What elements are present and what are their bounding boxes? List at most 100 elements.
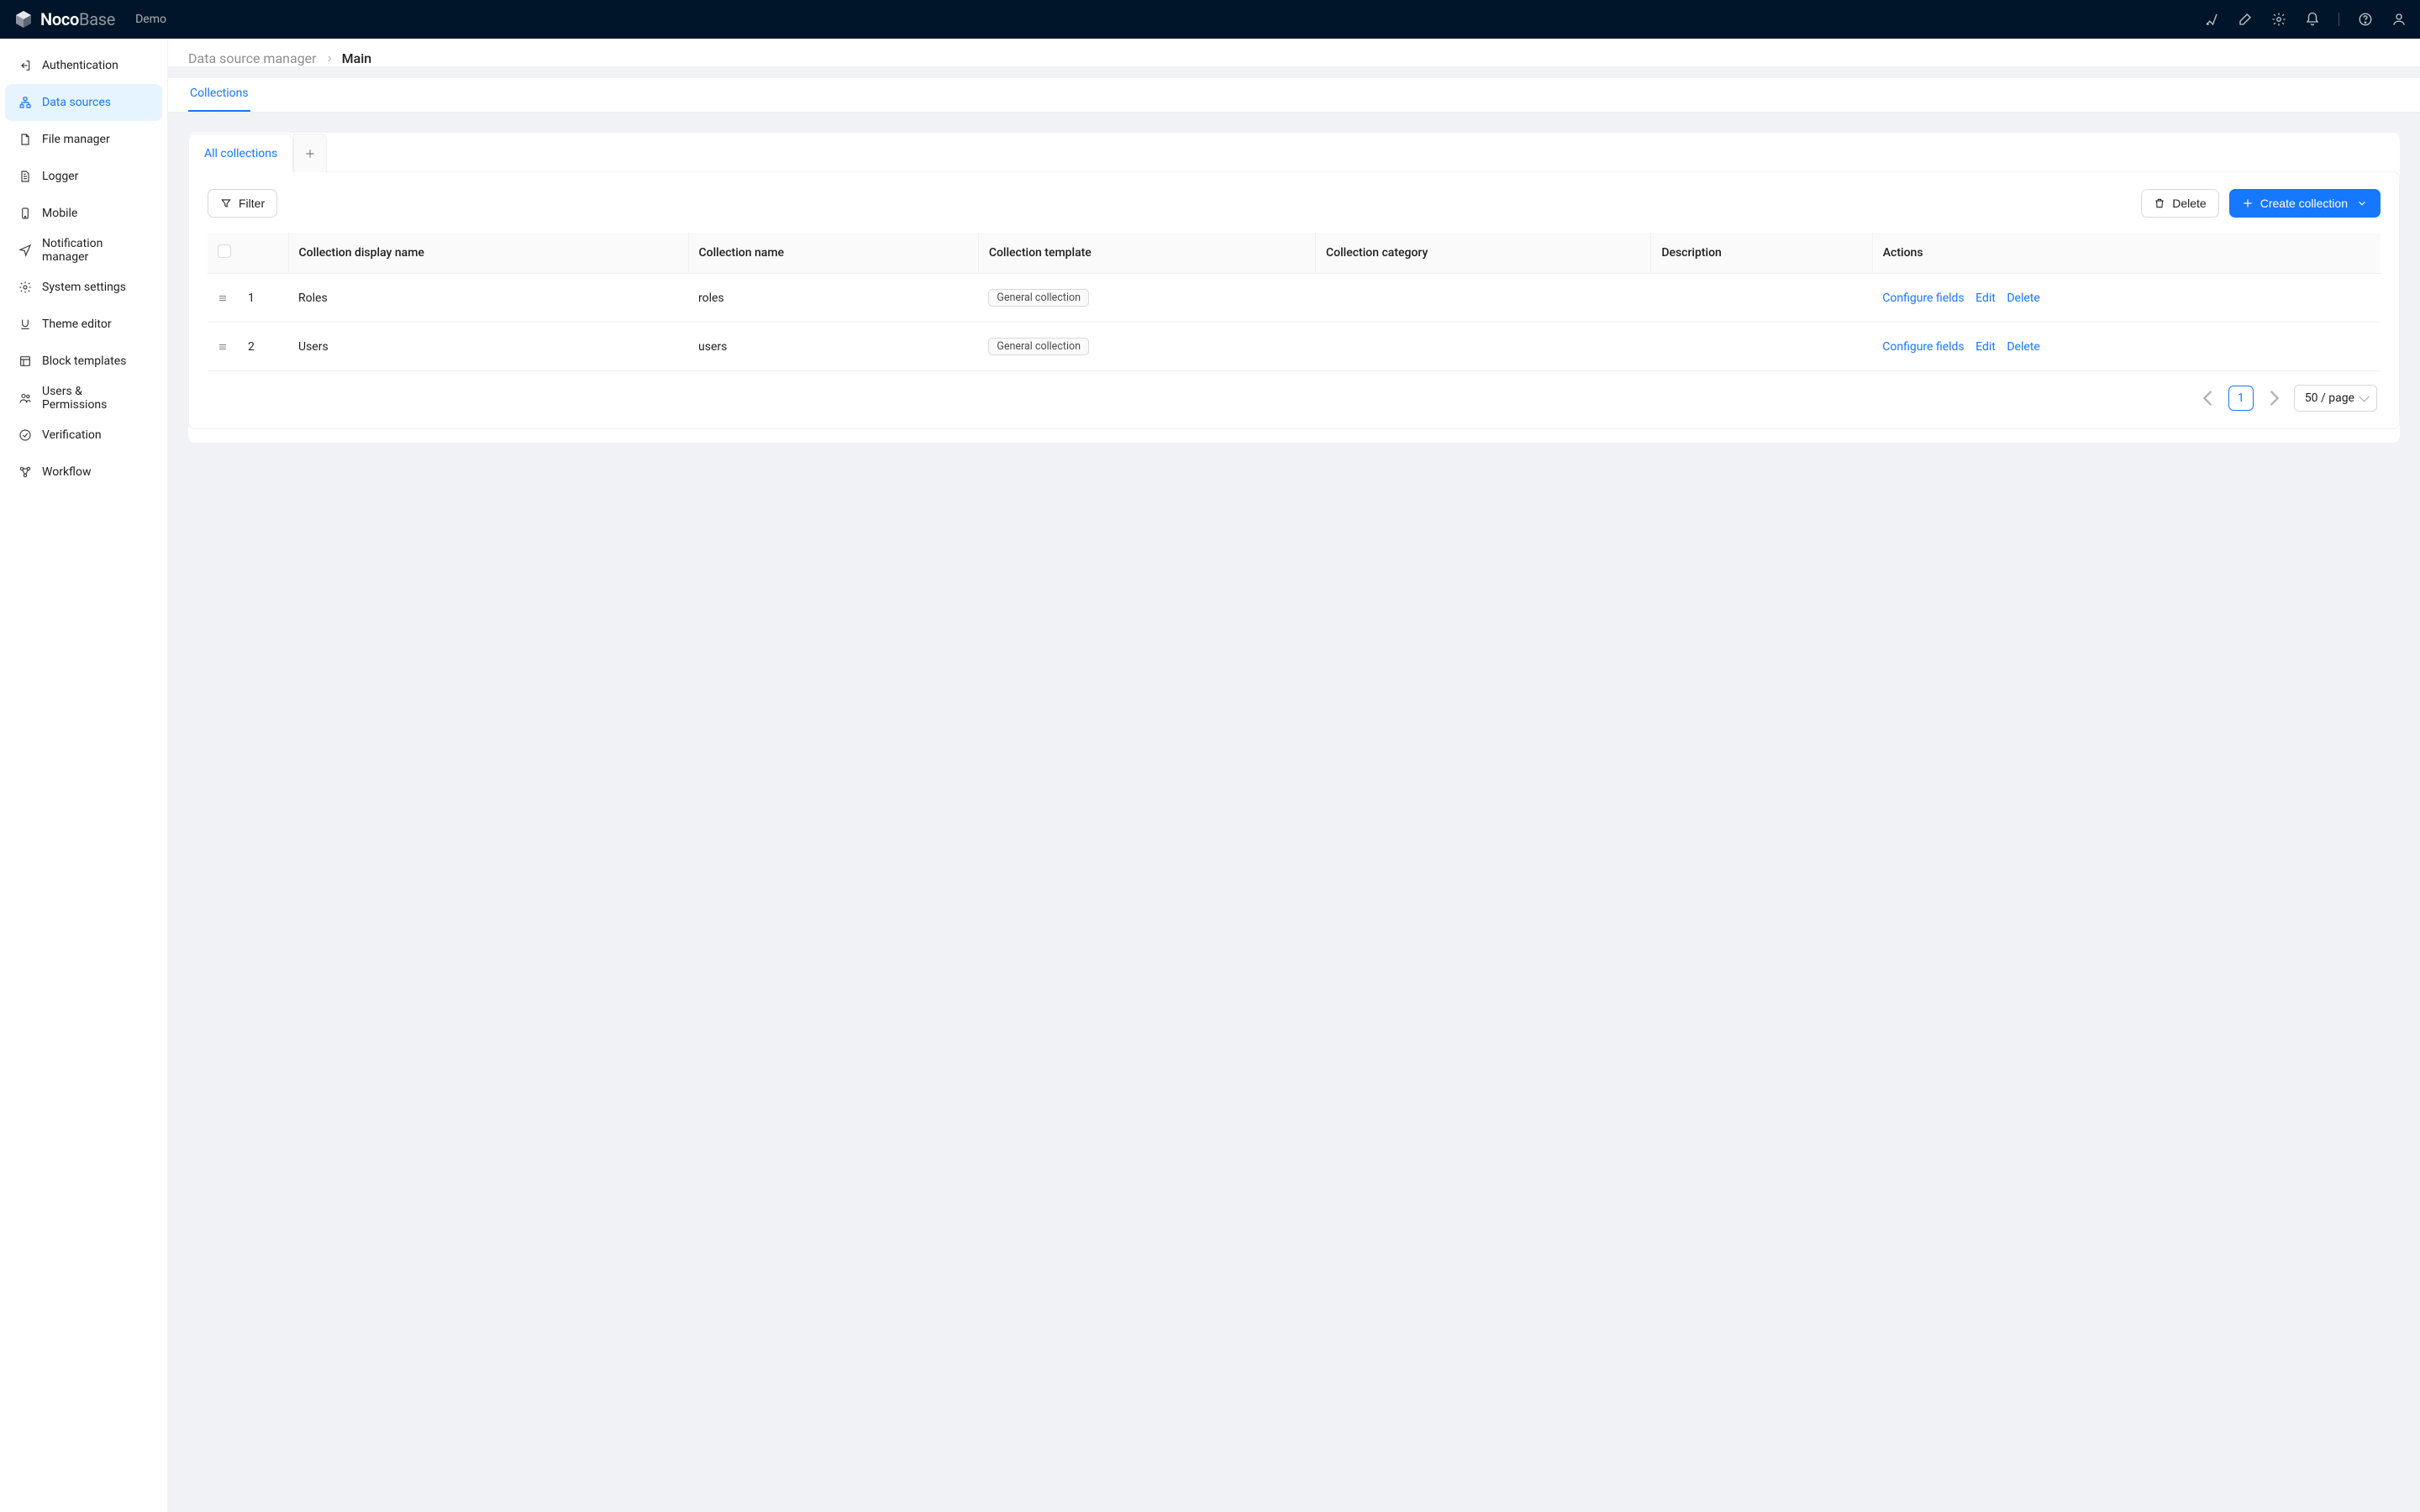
col-header-category: Collection category	[1316, 233, 1651, 274]
sidebar-item-theme-editor[interactable]: Theme editor	[5, 306, 162, 343]
sidebar-item-label: Users & Permissions	[42, 385, 149, 412]
login-icon	[18, 59, 32, 72]
logo-cube-icon	[13, 9, 34, 29]
sidebar-item-block-templates[interactable]: Block templates	[5, 343, 162, 380]
highlight-icon[interactable]	[2204, 12, 2219, 27]
collections-table: Collection display name Collection name …	[208, 233, 2381, 371]
cell-display-name: Users	[288, 323, 688, 371]
sidebar-item-workflow[interactable]: Workflow	[5, 454, 162, 491]
col-header-display-name: Collection display name	[288, 233, 688, 274]
cell-description	[1651, 323, 1872, 371]
sidebar-item-label: Data sources	[42, 96, 111, 109]
mobile-icon	[18, 207, 32, 220]
sidebar-item-label: Theme editor	[42, 318, 112, 331]
row-index: 2	[238, 323, 268, 371]
chevron-down-icon	[2356, 197, 2368, 209]
file-icon	[18, 133, 32, 146]
pagination: 1 50 / page	[208, 371, 2381, 412]
underline-icon	[18, 318, 32, 331]
row-index: 1	[238, 274, 268, 323]
cell-description	[1651, 274, 1872, 323]
topbar-divider	[2338, 13, 2339, 26]
sidebar-item-logger[interactable]: Logger	[5, 158, 162, 195]
action-edit[interactable]: Edit	[1975, 340, 1996, 354]
sidebar-item-label: Mobile	[42, 207, 77, 220]
gear-icon	[18, 281, 32, 294]
table-row: 2 Users users General collection Configu…	[208, 323, 2381, 371]
sidebar-item-system-settings[interactable]: System settings	[5, 269, 162, 306]
page-prev[interactable]	[2196, 386, 2220, 411]
filter-button[interactable]: Filter	[208, 189, 277, 218]
action-edit[interactable]: Edit	[1975, 291, 1996, 305]
tab-collections[interactable]: Collections	[188, 78, 250, 112]
cluster-icon	[18, 96, 32, 109]
sidebar-item-label: System settings	[42, 281, 126, 294]
sidebar-item-verification[interactable]: Verification	[5, 417, 162, 454]
layout-icon	[18, 354, 32, 368]
sidebar-item-notification-manager[interactable]: Notification manager	[5, 232, 162, 269]
sidebar-item-label: Authentication	[42, 59, 118, 72]
breadcrumb: Data source manager Main	[188, 50, 2400, 66]
sidebar-item-label: Verification	[42, 428, 102, 442]
sidebar-item-users-permissions[interactable]: Users & Permissions	[5, 380, 162, 417]
cell-template: General collection	[978, 323, 1315, 371]
cell-display-name: Roles	[288, 274, 688, 323]
sidebar-item-label: Block templates	[42, 354, 126, 368]
chevron-right-icon	[325, 55, 334, 63]
template-tag: General collection	[988, 338, 1089, 355]
sidebar-item-label: Logger	[42, 170, 78, 183]
sidebar-item-file-manager[interactable]: File manager	[5, 121, 162, 158]
action-delete[interactable]: Delete	[2007, 291, 2039, 305]
action-delete[interactable]: Delete	[2007, 340, 2039, 354]
page-size-select[interactable]: 50 / page	[2294, 385, 2377, 412]
cell-template: General collection	[978, 274, 1315, 323]
sidebar-item-label: Workflow	[42, 465, 92, 479]
logo[interactable]: NocoBase	[13, 9, 115, 29]
user-icon[interactable]	[2391, 12, 2407, 27]
logo-text: NocoBase	[40, 9, 115, 29]
page-number-1[interactable]: 1	[2228, 386, 2254, 411]
create-label: Create collection	[2260, 197, 2348, 210]
cell-actions: Configure fields Edit Delete	[1872, 274, 2381, 323]
breadcrumb-current: Main	[342, 50, 372, 66]
nav-demo[interactable]: Demo	[135, 13, 166, 26]
add-tab-button[interactable]	[293, 134, 327, 172]
create-collection-button[interactable]: Create collection	[2229, 189, 2381, 218]
topbar: NocoBase Demo	[0, 0, 2420, 39]
col-header-name: Collection name	[688, 233, 978, 274]
tab-all-collections[interactable]: All collections	[188, 134, 293, 172]
action-configure-fields[interactable]: Configure fields	[1882, 291, 1964, 305]
col-header-description: Description	[1651, 233, 1872, 274]
col-header-actions: Actions	[1872, 233, 2381, 274]
sidebar-item-authentication[interactable]: Authentication	[5, 47, 162, 84]
col-header-checkbox	[208, 233, 288, 274]
filter-icon	[220, 197, 232, 209]
plus-icon	[2242, 197, 2254, 209]
action-configure-fields[interactable]: Configure fields	[1882, 340, 1964, 354]
sidebar-item-label: File manager	[42, 133, 110, 146]
cell-name: roles	[688, 274, 978, 323]
topbar-icons	[2204, 12, 2407, 27]
delete-button[interactable]: Delete	[2141, 189, 2218, 218]
sidebar-item-mobile[interactable]: Mobile	[5, 195, 162, 232]
check-circle-icon	[18, 428, 32, 442]
select-all-checkbox[interactable]	[218, 244, 231, 258]
gear-icon[interactable]	[2271, 12, 2286, 27]
page-next[interactable]	[2262, 386, 2286, 411]
bell-icon[interactable]	[2305, 12, 2320, 27]
drag-handle[interactable]	[208, 323, 238, 371]
cell-category	[1316, 323, 1651, 371]
sidebar-item-data-sources[interactable]: Data sources	[5, 84, 162, 121]
breadcrumb-parent[interactable]: Data source manager	[188, 50, 317, 66]
users-icon	[18, 391, 32, 405]
delete-label: Delete	[2172, 197, 2206, 210]
col-header-template: Collection template	[978, 233, 1315, 274]
brush-icon[interactable]	[2238, 12, 2253, 27]
drag-handle[interactable]	[208, 274, 238, 323]
cell-name: users	[688, 323, 978, 371]
sidebar-item-label: Notification manager	[42, 237, 149, 264]
sidebar: Authentication Data sources File manager…	[0, 39, 168, 1512]
collections-card: All collections Filter	[188, 133, 2400, 443]
help-icon[interactable]	[2358, 12, 2373, 27]
cell-actions: Configure fields Edit Delete	[1872, 323, 2381, 371]
